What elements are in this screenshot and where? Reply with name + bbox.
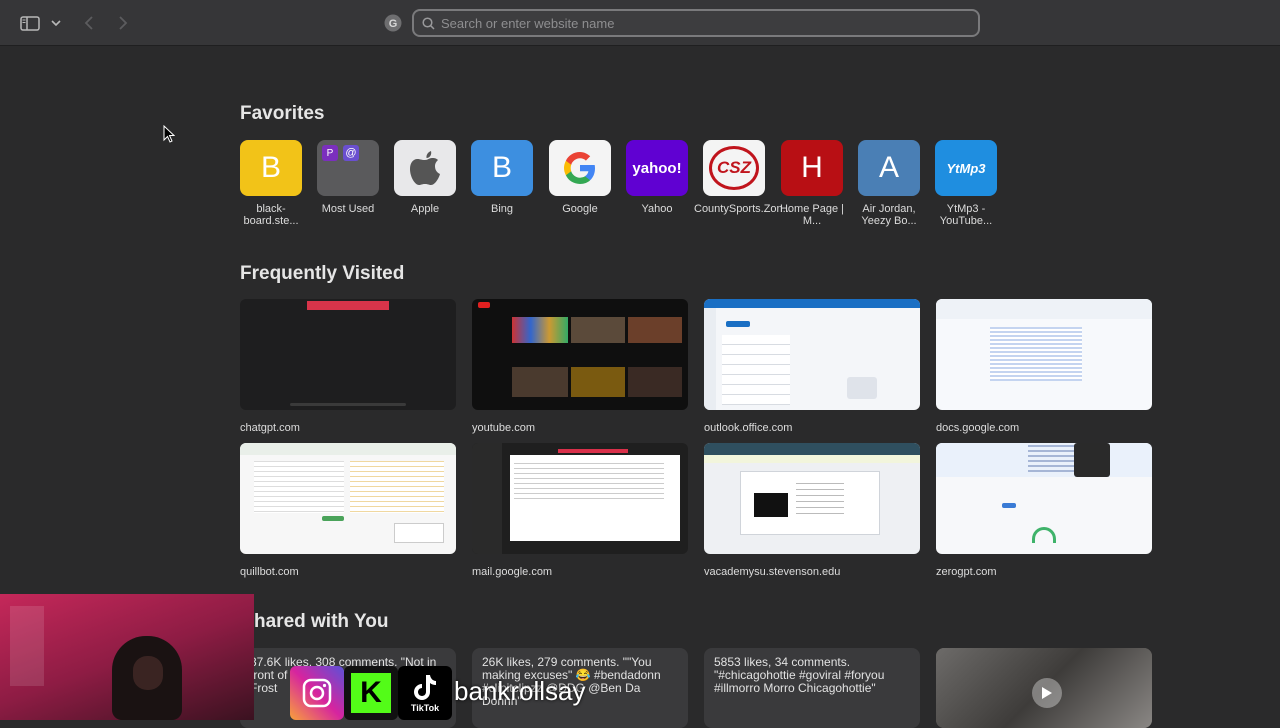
kick-icon: K <box>344 666 398 720</box>
frequently-visited-heading: Frequently Visited <box>240 263 405 284</box>
favorite-apple[interactable]: Apple <box>394 140 456 215</box>
back-button[interactable] <box>80 12 98 34</box>
favorite-countysports[interactable]: CSZ CountySports.Zon... <box>694 140 792 215</box>
play-icon <box>1032 678 1062 708</box>
favorite-ytmp3[interactable]: YtMp3 YtMp3 - YouTube... <box>935 140 997 227</box>
sidebar-icon <box>20 15 40 31</box>
favorite-air-jordan[interactable]: A Air Jordan, Yeezy Bo... <box>858 140 920 227</box>
apple-icon <box>394 140 456 196</box>
zerogpt-thumbnail <box>936 443 1152 554</box>
stevenson-thumbnail <box>704 443 920 554</box>
quillbot-thumbnail <box>240 443 456 554</box>
frequent-site-chatgpt[interactable]: chatgpt.com <box>240 299 456 434</box>
google-extension-icon[interactable]: G <box>383 12 403 34</box>
favorite-yahoo[interactable]: yahoo! Yahoo <box>626 140 688 215</box>
svg-text:G: G <box>389 18 398 30</box>
frequent-site-docs[interactable]: docs.google.com <box>936 299 1152 434</box>
gmail-thumbnail <box>472 443 688 554</box>
tiktok-icon: TikTok <box>398 666 452 720</box>
tiktok-label: TikTok <box>410 703 440 713</box>
browser-toolbar: G <box>0 0 1280 46</box>
blackboard-icon: B <box>240 140 302 196</box>
favorite-home-page[interactable]: H Home Page | M... <box>780 140 844 227</box>
back-arrow-icon <box>84 16 93 30</box>
docs-thumbnail <box>936 299 1152 410</box>
frequent-site-gmail[interactable]: mail.google.com <box>472 443 688 578</box>
frequent-site-youtube[interactable]: youtube.com <box>472 299 688 434</box>
most-used-icon: P @ <box>317 140 379 196</box>
favorites-heading: Favorites <box>240 103 325 124</box>
home-page-icon: H <box>781 140 843 196</box>
search-input[interactable] <box>441 15 961 31</box>
yahoo-icon: yahoo! <box>626 140 688 196</box>
forward-button[interactable] <box>114 12 132 34</box>
address-bar[interactable] <box>412 9 980 37</box>
outlook-thumbnail <box>704 299 920 410</box>
google-icon <box>549 140 611 196</box>
favorite-blackboard[interactable]: B black-board.ste... <box>240 140 302 227</box>
youtube-thumbnail <box>472 299 688 410</box>
shared-video-item[interactable] <box>936 648 1152 728</box>
webcam-overlay <box>0 594 254 720</box>
search-icon <box>422 16 435 30</box>
frequent-site-outlook[interactable]: outlook.office.com <box>704 299 920 434</box>
sidebar-toggle-button[interactable] <box>18 12 42 34</box>
shared-item[interactable]: 5853 likes, 34 comments. "#chicagohottie… <box>704 648 920 728</box>
favorite-google[interactable]: Google <box>549 140 611 215</box>
streamer-handle: bankrollsay <box>454 676 586 706</box>
favorite-most-used[interactable]: P @ Most Used <box>317 140 379 215</box>
chatgpt-thumbnail <box>240 299 456 410</box>
frequent-site-stevenson[interactable]: vacademysu.stevenson.edu <box>704 443 920 578</box>
bing-icon: B <box>471 140 533 196</box>
frequent-site-zerogpt[interactable]: zerogpt.com <box>936 443 1152 578</box>
ytmp3-icon: YtMp3 <box>935 140 997 196</box>
csz-logo-icon: CSZ <box>703 140 765 196</box>
forward-arrow-icon <box>119 16 128 30</box>
chevron-down-icon[interactable] <box>50 12 62 34</box>
mouse-cursor-icon <box>163 124 176 148</box>
shared-with-you-heading: hared with You <box>254 611 389 632</box>
air-jordan-icon: A <box>858 140 920 196</box>
favorite-bing[interactable]: B Bing <box>471 140 533 215</box>
frequent-site-quillbot[interactable]: quillbot.com <box>240 443 456 578</box>
instagram-icon <box>290 666 344 720</box>
